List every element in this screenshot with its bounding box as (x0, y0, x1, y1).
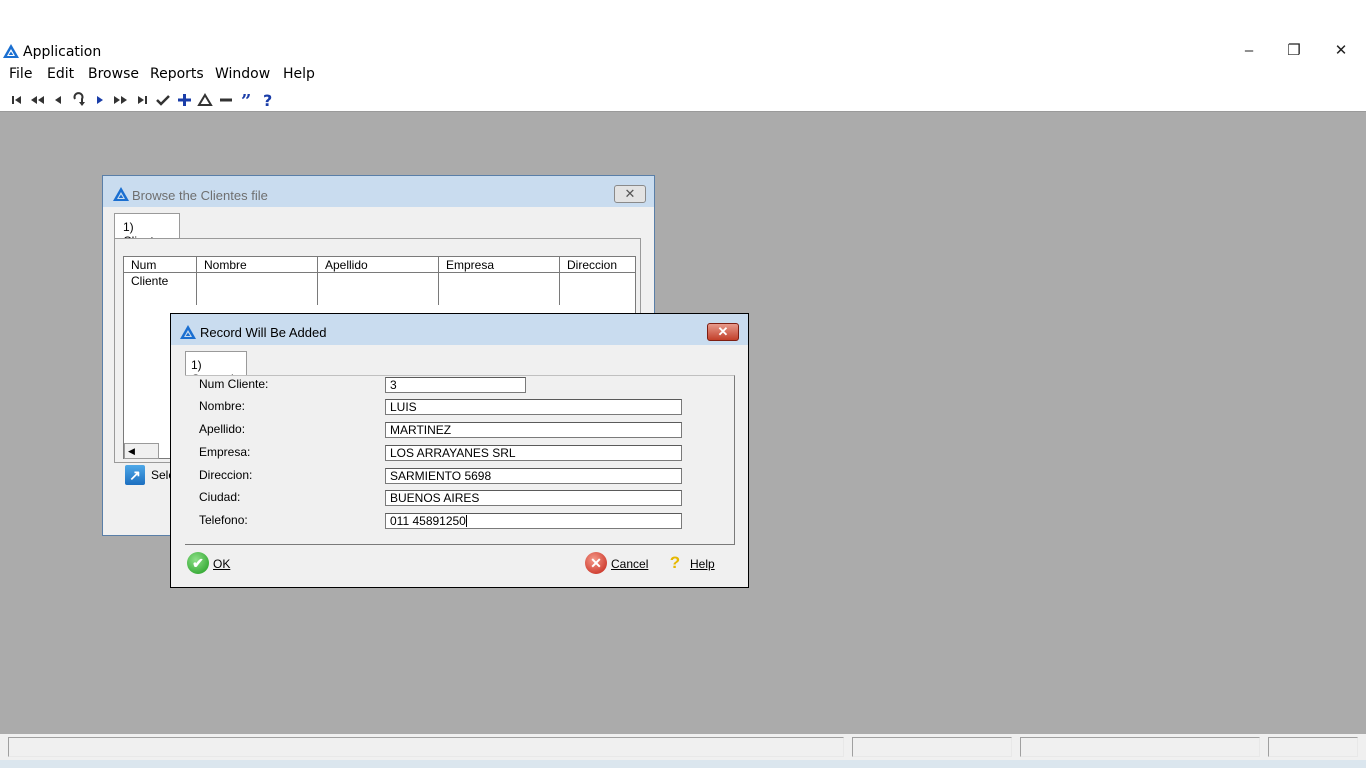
app-title: Application (23, 44, 102, 60)
menu-edit[interactable]: Edit (47, 66, 74, 82)
page-back-icon[interactable] (28, 91, 46, 109)
first-record-icon[interactable] (8, 91, 26, 109)
horizontal-scrollbar[interactable]: ◀ (124, 443, 159, 459)
column-divider (196, 273, 197, 305)
taskbar-edge (0, 760, 1366, 768)
help-question-icon: ? (669, 553, 681, 572)
page-forward-icon[interactable] (112, 91, 130, 109)
next-record-icon[interactable] (91, 91, 109, 109)
previous-record-icon[interactable] (49, 91, 67, 109)
add-record-dialog: Record Will Be Added ✕ 1) General Num Cl… (170, 313, 749, 588)
direccion-field[interactable]: SARMIENTO 5698 (385, 468, 682, 484)
telefono-field[interactable]: 011 45891250 (385, 513, 682, 529)
text-caret (465, 515, 467, 527)
tab-clientes[interactable]: 1) Clientes (114, 213, 180, 248)
column-empresa[interactable]: Empresa (439, 257, 560, 273)
app-logo-icon (3, 44, 19, 58)
status-pane-3 (1020, 737, 1260, 757)
ok-label: OK (213, 557, 231, 571)
column-nombre[interactable]: Nombre (197, 257, 318, 273)
history-quote-icon[interactable]: ” (238, 91, 256, 109)
status-pane-2 (852, 737, 1012, 757)
help-button[interactable]: ? Help (667, 552, 727, 574)
select-check-icon[interactable] (154, 91, 172, 109)
num-cliente-field[interactable]: 3 (385, 377, 526, 393)
last-record-icon[interactable] (133, 91, 151, 109)
column-divider (317, 273, 318, 305)
nombre-label: Nombre: (199, 399, 246, 413)
browse-window-icon (113, 187, 129, 201)
ciudad-label: Ciudad: (199, 490, 241, 504)
menu-browse[interactable]: Browse (88, 66, 139, 82)
cancel-button[interactable]: ✕ Cancel (585, 552, 661, 574)
status-pane-4 (1268, 737, 1358, 757)
menu-window[interactable]: Window (215, 66, 270, 82)
empresa-field[interactable]: LOS ARRAYANES SRL (385, 445, 682, 461)
num-cliente-label: Num Cliente: (199, 377, 269, 391)
help-label: Help (690, 557, 715, 571)
ciudad-field[interactable]: BUENOS AIRES (385, 490, 682, 506)
tab-general[interactable]: 1) General (185, 351, 247, 386)
dialog-window-icon (180, 325, 196, 339)
minimize-button[interactable]: – (1226, 40, 1272, 62)
scroll-left-arrow-icon[interactable]: ◀ (128, 446, 135, 456)
direccion-label: Direccion: (199, 468, 253, 482)
insert-plus-icon[interactable] (175, 91, 193, 109)
menu-reports[interactable]: Reports (150, 66, 204, 82)
column-num-cliente[interactable]: Num Cliente (124, 257, 197, 288)
apellido-field[interactable]: MARTINEZ (385, 422, 682, 438)
dialog-caption: Record Will Be Added ✕ (171, 314, 748, 345)
svg-text:”: ” (241, 91, 251, 109)
grid-header: Num Cliente Nombre Apellido Empresa Dire… (124, 257, 635, 288)
toolbar: ” ? (0, 88, 1366, 112)
column-divider (438, 273, 439, 305)
status-pane-main (8, 737, 844, 757)
column-divider (559, 273, 560, 305)
delete-minus-icon[interactable] (217, 91, 235, 109)
dialog-close-button[interactable]: ✕ (707, 323, 739, 341)
cancel-x-icon: ✕ (585, 552, 607, 574)
browse-close-button[interactable]: ✕ (614, 185, 646, 203)
status-bar (0, 734, 1366, 760)
column-apellido[interactable]: Apellido (318, 257, 439, 273)
ok-check-icon: ✔ (187, 552, 209, 574)
main-titlebar: Application – ❐ ✕ (0, 40, 1366, 64)
telefono-label: Telefono: (199, 513, 248, 527)
browse-caption: Browse the Clientes file ✕ (103, 176, 654, 207)
menu-file[interactable]: File (9, 66, 32, 82)
nombre-field[interactable]: LUIS (385, 399, 682, 415)
close-button[interactable]: ✕ (1318, 40, 1364, 62)
svg-text:?: ? (263, 91, 272, 109)
jump-icon[interactable] (70, 91, 88, 109)
ok-button[interactable]: ✔ OK (187, 552, 247, 574)
cancel-label: Cancel (611, 557, 649, 571)
maximize-button[interactable]: ❐ (1271, 40, 1317, 62)
change-record-icon[interactable] (196, 91, 214, 109)
menu-help[interactable]: Help (283, 66, 315, 82)
browse-title: Browse the Clientes file (132, 188, 268, 203)
empresa-label: Empresa: (199, 445, 251, 459)
select-arrow-icon: ↗ (125, 465, 145, 485)
telefono-value: 011 45891250 (390, 514, 466, 528)
help-question-icon[interactable]: ? (259, 91, 277, 109)
apellido-label: Apellido: (199, 422, 246, 436)
menu-bar: File Edit Browse Reports Window Help (0, 64, 1366, 86)
dialog-title: Record Will Be Added (200, 325, 327, 340)
column-direccion[interactable]: Direccion (560, 257, 635, 273)
